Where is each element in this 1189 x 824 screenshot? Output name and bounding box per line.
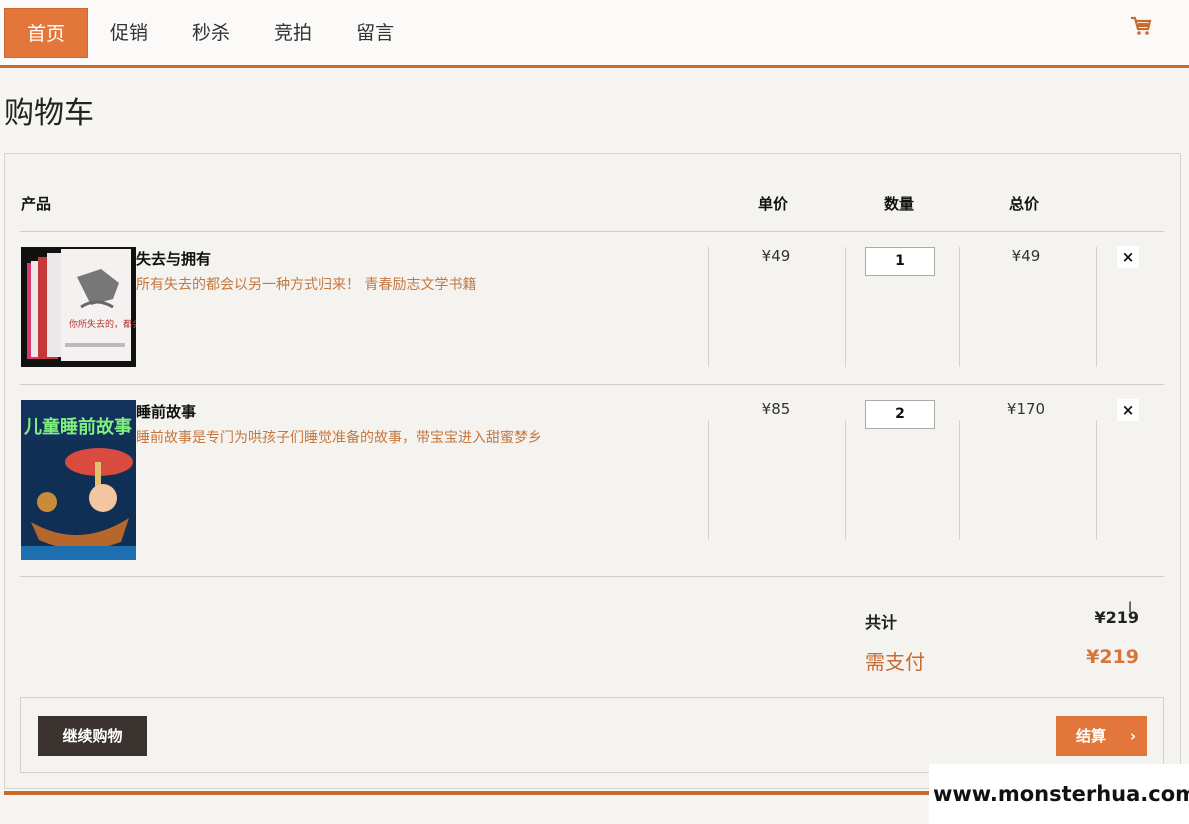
row-divider xyxy=(20,576,1164,577)
shopping-cart-icon[interactable] xyxy=(1129,14,1153,38)
page-title: 购物车 xyxy=(4,96,94,131)
text-cursor-icon: I xyxy=(1128,600,1133,616)
top-navigation: 首页 促销 秒杀 竞拍 留言 xyxy=(0,0,1189,68)
quantity-input[interactable]: 1 xyxy=(865,247,935,276)
product-description: 睡前故事是专门为哄孩子们睡觉准备的故事，带宝宝进入甜蜜梦乡 xyxy=(136,430,542,446)
chevron-right-icon: › xyxy=(1129,727,1136,745)
column-divider xyxy=(959,247,960,367)
column-divider xyxy=(845,247,846,367)
checkout-label: 结算 xyxy=(1076,727,1107,745)
header-quantity: 数量 xyxy=(884,195,915,213)
column-divider xyxy=(708,247,709,367)
nav-menu: 首页 促销 秒杀 竞拍 留言 xyxy=(4,8,416,58)
subtotal-value: ¥219 xyxy=(1094,608,1139,627)
close-icon[interactable]: × xyxy=(1117,399,1139,421)
unit-price: ¥85 xyxy=(761,400,791,418)
cover-text: 儿童睡前故事 xyxy=(23,416,132,438)
product-name[interactable]: 睡前故事 xyxy=(136,401,196,422)
footer-divider xyxy=(4,791,930,795)
quantity-input[interactable]: 2 xyxy=(865,400,935,429)
line-total: ¥49 xyxy=(1011,247,1041,265)
row-divider xyxy=(20,384,1164,385)
unit-price: ¥49 xyxy=(761,247,791,265)
header-product: 产品 xyxy=(21,195,52,213)
header-unit-price: 单价 xyxy=(758,195,789,213)
nav-item-message[interactable]: 留言 xyxy=(334,8,416,58)
nav-item-home[interactable]: 首页 xyxy=(4,8,89,58)
column-divider xyxy=(845,420,846,540)
payable-label: 需支付 xyxy=(865,650,925,674)
nav-item-auction[interactable]: 竞拍 xyxy=(252,8,334,58)
product-description: 所有失去的都会以另一种方式归来！ 青春励志文学书籍 xyxy=(136,277,477,293)
subtotal-label: 共计 xyxy=(865,613,898,632)
column-divider xyxy=(1096,247,1097,367)
checkout-button[interactable]: 结算 › xyxy=(1056,716,1147,756)
header-total: 总价 xyxy=(1009,195,1040,213)
product-thumbnail[interactable]: 你所失去的，都会以另一种方式归来 xyxy=(21,247,136,367)
cover-text: 你所失去的，都会以另一种方式归来 xyxy=(69,318,136,330)
line-total: ¥170 xyxy=(1006,400,1046,418)
payable-value: ¥219 xyxy=(1086,646,1139,668)
column-divider xyxy=(1096,420,1097,540)
product-name[interactable]: 失去与拥有 xyxy=(136,248,211,269)
continue-shopping-button[interactable]: 继续购物 xyxy=(38,716,147,756)
nav-item-flash-sale[interactable]: 秒杀 xyxy=(170,8,252,58)
watermark: www.monsterhua.com xyxy=(929,764,1189,824)
column-divider xyxy=(959,420,960,540)
product-thumbnail[interactable]: 儿童睡前故事 xyxy=(21,400,136,560)
column-divider xyxy=(708,420,709,540)
close-icon[interactable]: × xyxy=(1117,246,1139,268)
header-divider xyxy=(20,231,1164,232)
cart-actions: 继续购物 结算 › xyxy=(20,697,1164,773)
nav-item-promotion[interactable]: 促销 xyxy=(88,8,170,58)
